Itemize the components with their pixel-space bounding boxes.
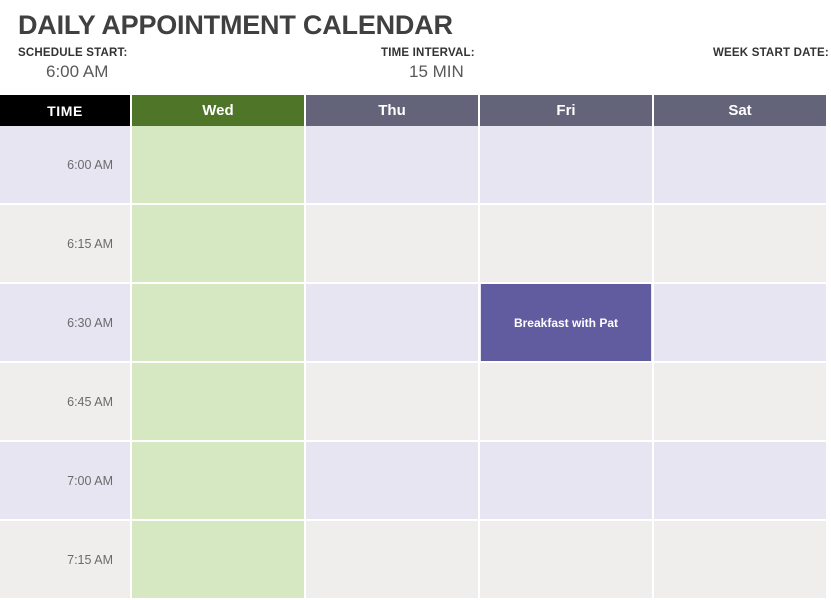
time-label: 6:30 AM xyxy=(0,284,132,363)
column-header-thu[interactable]: Thu xyxy=(306,95,480,126)
time-label: 6:00 AM xyxy=(0,126,132,205)
calendar-cell-fri[interactable]: Breakfast with Pat xyxy=(480,284,654,363)
calendar-row: 6:30 AM Breakfast with Pat xyxy=(0,284,831,363)
calendar-cell-thu[interactable] xyxy=(306,442,480,521)
calendar-row: 7:00 AM xyxy=(0,442,831,521)
calendar-cell-fri[interactable] xyxy=(480,363,654,442)
appointment-block[interactable]: Breakfast with Pat xyxy=(481,284,651,361)
page-title: DAILY APPOINTMENT CALENDAR xyxy=(18,10,453,40)
column-header-fri[interactable]: Fri xyxy=(480,95,654,126)
calendar-row: 7:15 AM xyxy=(0,521,831,600)
calendar-cell-sat[interactable] xyxy=(654,126,828,205)
calendar-cell-wed[interactable] xyxy=(132,284,306,363)
time-label: 7:00 AM xyxy=(0,442,132,521)
calendar-cell-sat[interactable] xyxy=(654,442,828,521)
time-label: 6:15 AM xyxy=(0,205,132,284)
calendar-cell-wed[interactable] xyxy=(132,126,306,205)
calendar-cell-fri[interactable] xyxy=(480,442,654,521)
calendar-cell-wed[interactable] xyxy=(132,442,306,521)
calendar-cell-sat[interactable] xyxy=(654,284,828,363)
time-label: 7:15 AM xyxy=(0,521,132,600)
calendar-cell-fri[interactable] xyxy=(480,521,654,600)
column-header-sat[interactable]: Sat xyxy=(654,95,828,126)
calendar-cell-thu[interactable] xyxy=(306,521,480,600)
calendar-cell-sat[interactable] xyxy=(654,205,828,284)
calendar-cell-fri[interactable] xyxy=(480,205,654,284)
calendar-cell-thu[interactable] xyxy=(306,363,480,442)
setting-week-start-date: WEEK START DATE: xyxy=(713,46,829,60)
calendar-header-row: TIME Wed Thu Fri Sat xyxy=(0,95,831,126)
setting-schedule-start: SCHEDULE START: 6:00 AM xyxy=(18,46,127,84)
time-interval-label: TIME INTERVAL: xyxy=(381,47,475,59)
schedule-start-value[interactable]: 6:00 AM xyxy=(18,60,127,84)
calendar-row: 6:15 AM xyxy=(0,205,831,284)
calendar-cell-wed[interactable] xyxy=(132,205,306,284)
column-header-wed[interactable]: Wed xyxy=(132,95,306,126)
time-label: 6:45 AM xyxy=(0,363,132,442)
calendar-cell-wed[interactable] xyxy=(132,363,306,442)
time-interval-value[interactable]: 15 MIN xyxy=(381,60,475,84)
calendar-cell-thu[interactable] xyxy=(306,284,480,363)
calendar-row: 6:45 AM xyxy=(0,363,831,442)
calendar-cell-thu[interactable] xyxy=(306,205,480,284)
calendar-cell-sat[interactable] xyxy=(654,363,828,442)
week-start-date-label: WEEK START DATE: xyxy=(713,47,829,59)
calendar-cell-wed[interactable] xyxy=(132,521,306,600)
calendar-cell-fri[interactable] xyxy=(480,126,654,205)
calendar-cell-sat[interactable] xyxy=(654,521,828,600)
calendar-row: 6:00 AM xyxy=(0,126,831,205)
appointment-calendar-grid: TIME Wed Thu Fri Sat 6:00 AM 6:15 AM 6:3… xyxy=(0,95,831,600)
settings-bar: SCHEDULE START: 6:00 AM TIME INTERVAL: 1… xyxy=(0,46,831,91)
schedule-start-label: SCHEDULE START: xyxy=(18,47,128,59)
setting-time-interval: TIME INTERVAL: 15 MIN xyxy=(381,46,475,84)
column-header-time: TIME xyxy=(0,95,132,126)
calendar-cell-thu[interactable] xyxy=(306,126,480,205)
